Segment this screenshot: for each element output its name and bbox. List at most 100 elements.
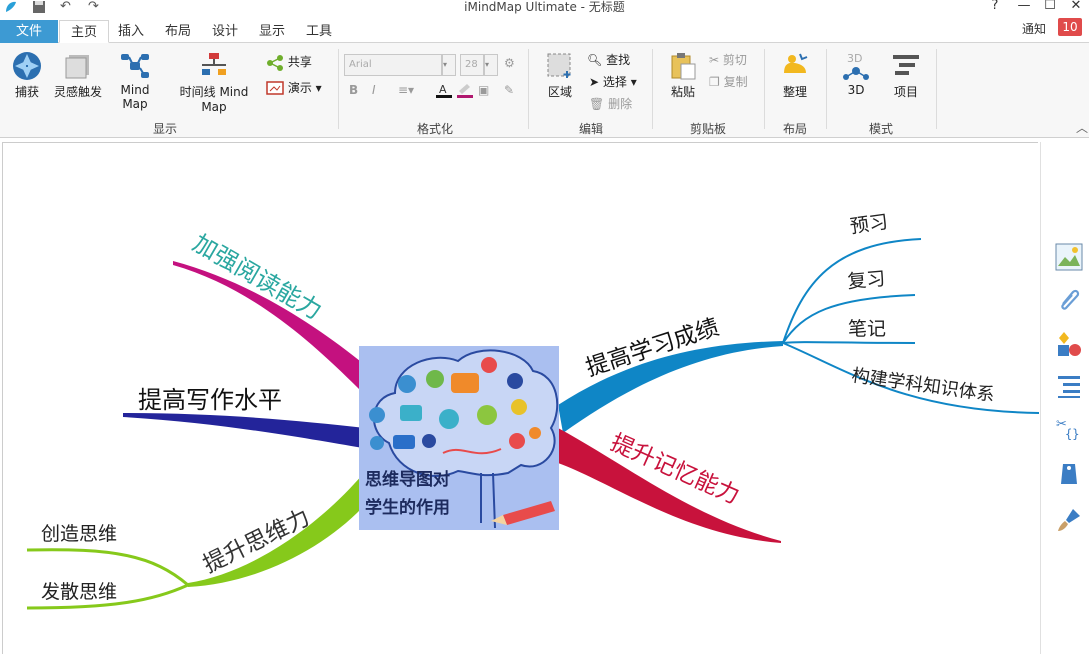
timeline-mindmap-button[interactable]: 时间线 Mind Map: [166, 51, 262, 114]
notifications-badge[interactable]: 10: [1058, 18, 1082, 36]
text-color-button[interactable]: A: [435, 81, 453, 102]
find-button[interactable]: 🔍︎ 查找: [587, 51, 630, 68]
separator: [826, 49, 827, 129]
close-button[interactable]: ✕: [1066, 0, 1086, 12]
separator: [936, 49, 937, 129]
group-clipboard-label: 剪贴板: [689, 122, 726, 136]
tab-home[interactable]: 主页: [59, 20, 109, 43]
svg-text:A: A: [439, 83, 447, 96]
text-color-icon: A: [436, 83, 452, 98]
window-title: iMindMap Ultimate - 无标题: [464, 0, 625, 14]
mindmap-button[interactable]: Mind Map: [106, 51, 164, 111]
shapes-icon[interactable]: [1055, 330, 1083, 358]
redo-icon[interactable]: ↷: [88, 0, 99, 14]
timeline-label: 时间线 Mind Map: [179, 85, 249, 114]
tab-design[interactable]: 设计: [203, 20, 247, 43]
tab-insert[interactable]: 插入: [110, 20, 152, 43]
attachment-icon[interactable]: [1055, 286, 1083, 314]
subtopic-notes[interactable]: 笔记: [848, 318, 886, 340]
paste-button[interactable]: 粘贴: [663, 51, 703, 100]
delete-label: 删除: [608, 97, 633, 111]
image-icon[interactable]: [1055, 243, 1083, 271]
search-icon: 🔍︎: [587, 53, 603, 67]
save-icon[interactable]: [32, 0, 46, 18]
central-topic-line2: 学生的作用: [365, 497, 450, 518]
scissors-icon: ✂: [709, 53, 720, 67]
fill-icon[interactable]: ▣: [478, 83, 489, 97]
delete-button[interactable]: 🗑︎ 删除: [589, 95, 632, 112]
cut-label: 剪切: [722, 53, 747, 67]
subtopic-divergent[interactable]: 发散思维: [41, 581, 117, 603]
font-size-select[interactable]: 28: [460, 54, 484, 76]
font-select[interactable]: Arial: [344, 54, 442, 76]
brush-icon[interactable]: [1055, 506, 1083, 534]
present-button[interactable]: 演示 ▾: [266, 79, 322, 97]
format-painter-icon[interactable]: ✎: [504, 83, 514, 97]
3d-label: 3D: [847, 83, 865, 97]
branch-writing[interactable]: [123, 413, 365, 448]
highlight-icon: [457, 84, 473, 98]
share-label: 共享: [287, 55, 312, 69]
inspiration-button[interactable]: 灵感触发: [52, 51, 104, 100]
project-button[interactable]: 项目: [886, 51, 926, 100]
tab-layout[interactable]: 布局: [156, 20, 200, 43]
arrange-button[interactable]: 整理: [775, 51, 815, 100]
capture-label: 捕获: [14, 85, 39, 99]
separator: [764, 49, 765, 129]
font-size-dropdown-icon[interactable]: ▾: [484, 54, 498, 76]
text-style-icon[interactable]: ⚙: [504, 56, 515, 70]
branch-memory[interactable]: [558, 428, 781, 543]
side-toolbar: ✂ {}: [1040, 142, 1089, 654]
3d-map-icon: 3D: [843, 52, 869, 80]
ribbon: 捕获 灵感触发 Mind Map 时间线 Mind Map 共享 演示 ▾ 显示…: [0, 43, 1089, 138]
project-icon: [893, 55, 919, 75]
area-button[interactable]: 区域: [540, 51, 580, 100]
tab-tools[interactable]: 工具: [297, 20, 341, 43]
align-icon[interactable]: ≡▾: [398, 83, 414, 97]
highlight-color-button[interactable]: [456, 81, 474, 102]
central-topic-image[interactable]: 思维导图对 学生的作用: [359, 346, 559, 530]
notifications-label[interactable]: 通知: [1022, 20, 1046, 37]
mindmap-canvas[interactable]: 思维导图对 学生的作用 加强阅读能力 提高写作水平 提升思维力 创造思维 发散思…: [2, 142, 1039, 654]
central-topic-line1: 思维导图对: [365, 469, 450, 490]
app-logo-icon: [4, 0, 18, 18]
sub-branch-creative[interactable]: [26, 548, 189, 587]
project-label: 项目: [893, 85, 918, 99]
trash-icon: 🗑︎: [589, 97, 605, 111]
share-button[interactable]: 共享: [266, 53, 312, 71]
inspiration-label: 灵感触发: [53, 85, 102, 99]
capture-button[interactable]: 捕获: [6, 51, 48, 100]
help-button[interactable]: ?: [985, 0, 1005, 12]
timeline-icon: [202, 53, 226, 75]
3d-button[interactable]: 3D 3D: [837, 51, 875, 97]
tab-file[interactable]: 文件: [0, 20, 58, 43]
code-icon[interactable]: ✂ {}: [1055, 414, 1083, 442]
present-icon: [266, 80, 284, 95]
cut-button[interactable]: ✂ 剪切: [709, 51, 747, 68]
subtopic-creative[interactable]: 创造思维: [41, 523, 117, 545]
subtopic-preview[interactable]: 预习: [849, 211, 890, 238]
undo-icon[interactable]: ↶: [60, 0, 71, 14]
maximize-button[interactable]: ☐: [1040, 0, 1060, 12]
select-button[interactable]: ➤ 选择 ▾: [589, 73, 637, 90]
tab-view[interactable]: 显示: [250, 20, 294, 43]
bold-button[interactable]: B: [349, 83, 358, 97]
ribbon-tabs: 文件 主页 插入 布局 设计 显示 工具: [0, 18, 1089, 43]
group-display-label: 显示: [152, 122, 177, 136]
tag-icon[interactable]: [1055, 460, 1083, 488]
subtopic-review[interactable]: 复习: [847, 268, 887, 293]
minimize-button[interactable]: —: [1014, 0, 1034, 12]
group-layout-label: 布局: [782, 122, 807, 136]
font-dropdown-icon[interactable]: ▾: [442, 54, 456, 76]
topic-writing[interactable]: 提高写作水平: [138, 386, 282, 414]
separator: [528, 49, 529, 129]
copy-button[interactable]: ❐ 复制: [709, 73, 748, 90]
italic-button[interactable]: I: [372, 83, 376, 97]
mindmap-label: Mind Map: [120, 83, 150, 111]
sub-branch-notes[interactable]: [782, 341, 916, 344]
group-mode-label: 模式: [868, 122, 893, 136]
list-icon[interactable]: [1055, 372, 1083, 400]
paste-label: 粘贴: [670, 85, 695, 99]
collapse-ribbon-icon[interactable]: ︿: [1076, 119, 1088, 136]
capture-icon: [13, 52, 41, 80]
